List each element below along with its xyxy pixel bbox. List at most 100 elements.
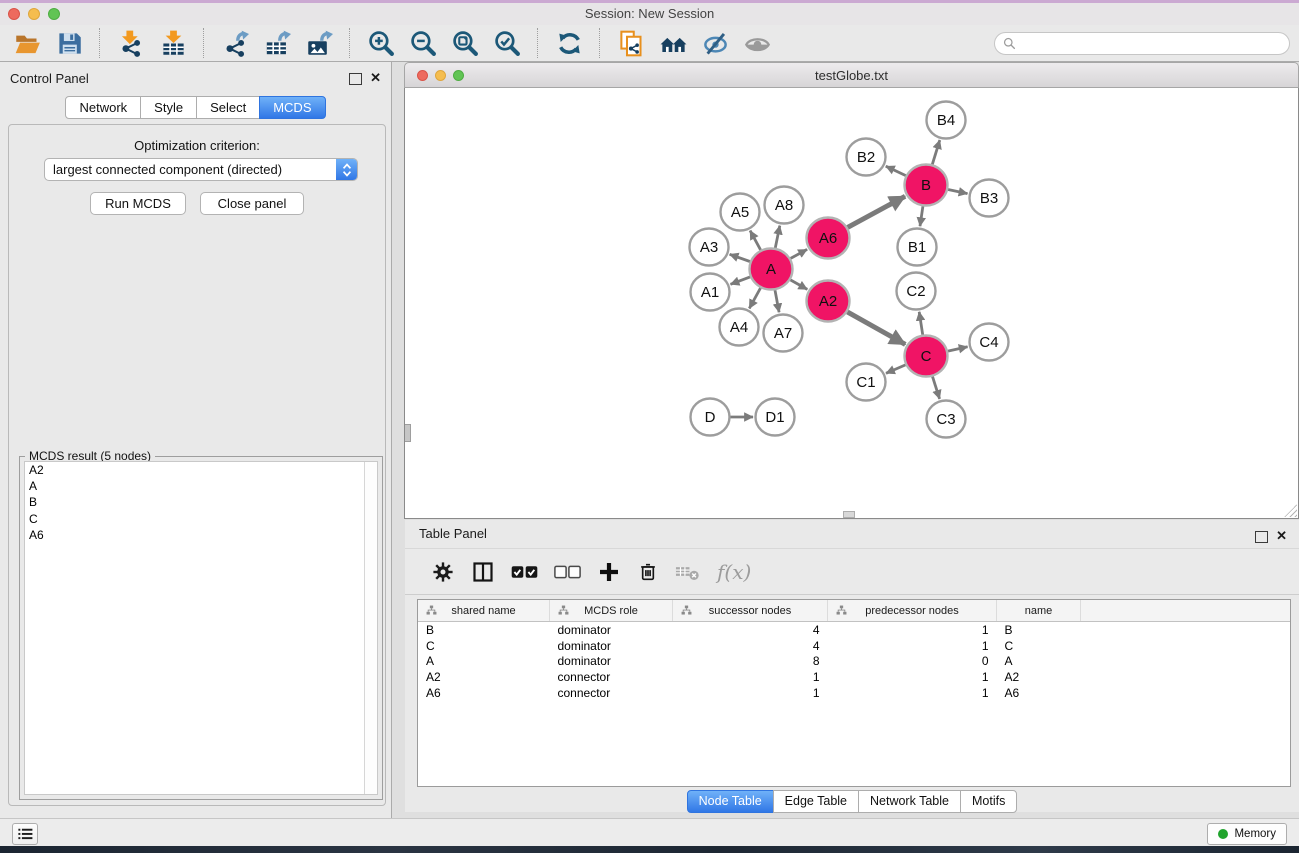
- table-tab-node-table[interactable]: Node Table: [687, 790, 774, 813]
- table-cell: A2: [418, 669, 550, 685]
- svg-text:A8: A8: [775, 197, 793, 214]
- graph-node-D1[interactable]: D1: [756, 399, 795, 436]
- table-row[interactable]: Cdominator41C: [418, 638, 1290, 654]
- delete-rows-icon[interactable]: [637, 560, 659, 584]
- table-row[interactable]: A2connector11A2: [418, 669, 1290, 685]
- column-header-MCDS-role[interactable]: MCDS role: [550, 600, 673, 622]
- graph-node-B2[interactable]: B2: [847, 139, 886, 176]
- tab-style[interactable]: Style: [140, 96, 197, 119]
- svg-text:B1: B1: [908, 239, 926, 256]
- task-list-icon: [18, 827, 33, 841]
- table-row[interactable]: Adominator80A: [418, 654, 1290, 670]
- zoom-selected-icon[interactable]: [492, 28, 522, 58]
- graph-node-C[interactable]: C: [905, 336, 948, 377]
- column-header-filler: [1081, 600, 1291, 622]
- export-image-icon[interactable]: [304, 28, 334, 58]
- show-graphics-details-icon[interactable]: [742, 28, 772, 58]
- task-history-button[interactable]: [12, 823, 38, 845]
- graph-node-A7[interactable]: A7: [764, 315, 803, 352]
- table-row[interactable]: A6connector11A6: [418, 685, 1290, 701]
- export-table-icon[interactable]: [262, 28, 292, 58]
- table-tab-edge-table[interactable]: Edge Table: [773, 790, 859, 813]
- search-box[interactable]: [994, 32, 1290, 55]
- graph-node-B4[interactable]: B4: [927, 102, 966, 139]
- table-tab-network-table[interactable]: Network Table: [858, 790, 961, 813]
- table-cell: A2: [997, 669, 1081, 685]
- refresh-icon[interactable]: [554, 28, 584, 58]
- open-session-icon[interactable]: [12, 28, 42, 58]
- show-columns-icon[interactable]: [471, 560, 495, 584]
- run-mcds-button[interactable]: Run MCDS: [90, 192, 186, 215]
- home-icon[interactable]: [658, 28, 688, 58]
- column-header-name[interactable]: name: [997, 600, 1081, 622]
- function-builder-icon[interactable]: f(x): [717, 560, 751, 584]
- window-resize-grip[interactable]: [1284, 504, 1297, 517]
- graph-node-A5[interactable]: A5: [721, 194, 760, 231]
- svg-text:C3: C3: [936, 411, 955, 428]
- column-header-successor-nodes[interactable]: successor nodes: [673, 600, 828, 622]
- table-settings-icon[interactable]: [431, 560, 455, 584]
- graph-node-B3[interactable]: B3: [970, 180, 1009, 217]
- mcds-result-item[interactable]: A: [25, 478, 377, 494]
- add-row-icon[interactable]: [597, 560, 621, 584]
- new-network-from-selection-icon[interactable]: [616, 28, 646, 58]
- graph-node-A[interactable]: A: [750, 249, 793, 290]
- hide-graphics-details-icon[interactable]: [700, 28, 730, 58]
- graph-node-C3[interactable]: C3: [927, 401, 966, 438]
- graph-node-A2[interactable]: A2: [807, 281, 850, 322]
- network-canvas[interactable]: B4 B2 B B3 A8 A5 A6 B1 A3 A A1 C2 A2 A4A7 C4 C C1 C3 D D1: [404, 88, 1299, 519]
- graph-node-A3[interactable]: A3: [690, 229, 729, 266]
- mcds-result-item[interactable]: C: [25, 511, 377, 527]
- close-panel-icon[interactable]: ✕: [370, 70, 381, 86]
- zoom-in-icon[interactable]: [366, 28, 396, 58]
- save-session-icon[interactable]: [54, 28, 84, 58]
- table-tab-motifs[interactable]: Motifs: [960, 790, 1017, 813]
- graph-node-C1[interactable]: C1: [847, 364, 886, 401]
- graph-node-B1[interactable]: B1: [898, 229, 937, 266]
- canvas-left-scroll-handle[interactable]: [405, 424, 411, 442]
- tab-mcds[interactable]: MCDS: [259, 96, 325, 119]
- table-cell: 1: [828, 638, 997, 654]
- tab-select[interactable]: Select: [196, 96, 260, 119]
- node-table[interactable]: shared nameMCDS rolesuccessor nodesprede…: [417, 599, 1291, 787]
- export-network-icon[interactable]: [220, 28, 250, 58]
- graph-node-A1[interactable]: A1: [691, 274, 730, 311]
- close-panel-button[interactable]: Close panel: [200, 192, 304, 215]
- mcds-result-item[interactable]: A6: [25, 527, 377, 543]
- main-toolbar: [0, 25, 1299, 62]
- mcds-result-item[interactable]: A2: [25, 462, 377, 478]
- table-close-panel-icon[interactable]: ✕: [1276, 528, 1287, 544]
- import-network-icon[interactable]: [116, 28, 146, 58]
- zoom-out-icon[interactable]: [408, 28, 438, 58]
- table-panel-header: Table Panel ✕: [405, 520, 1299, 547]
- mcds-result-list[interactable]: A2ABCA6: [24, 461, 378, 795]
- table-float-panel-icon[interactable]: [1255, 531, 1268, 543]
- select-all-checkbox-icon[interactable]: [511, 560, 538, 584]
- result-scrollbar[interactable]: [364, 462, 377, 794]
- deselect-all-checkbox-icon[interactable]: [554, 560, 581, 584]
- delete-column-icon[interactable]: [675, 560, 701, 584]
- zoom-fit-icon[interactable]: [450, 28, 480, 58]
- column-label: name: [1025, 605, 1053, 617]
- tab-network[interactable]: Network: [65, 96, 141, 119]
- import-table-icon[interactable]: [158, 28, 188, 58]
- mcds-result-item[interactable]: B: [25, 494, 377, 510]
- float-panel-icon[interactable]: [349, 73, 362, 85]
- mcds-result-items: A2ABCA6: [25, 462, 377, 543]
- graph-node-D[interactable]: D: [691, 399, 730, 436]
- graph-node-B[interactable]: B: [905, 165, 948, 206]
- canvas-bottom-scroll-handle[interactable]: [843, 511, 855, 518]
- table-row[interactable]: Bdominator41B: [418, 622, 1290, 638]
- network-window-titlebar[interactable]: testGlobe.txt: [404, 62, 1299, 88]
- graph-node-C2[interactable]: C2: [897, 273, 936, 310]
- column-header-predecessor-nodes[interactable]: predecessor nodes: [828, 600, 997, 622]
- search-input[interactable]: [1021, 36, 1281, 52]
- graph-node-C4[interactable]: C4: [970, 324, 1009, 361]
- criterion-dropdown[interactable]: largest connected component (directed): [44, 158, 358, 181]
- memory-status-icon: [1218, 829, 1228, 839]
- column-header-shared-name[interactable]: shared name: [418, 600, 550, 622]
- graph-node-A6[interactable]: A6: [807, 218, 850, 259]
- graph-node-A8[interactable]: A8: [765, 187, 804, 224]
- memory-button[interactable]: Memory: [1207, 823, 1287, 845]
- graph-node-A4[interactable]: A4: [720, 309, 759, 346]
